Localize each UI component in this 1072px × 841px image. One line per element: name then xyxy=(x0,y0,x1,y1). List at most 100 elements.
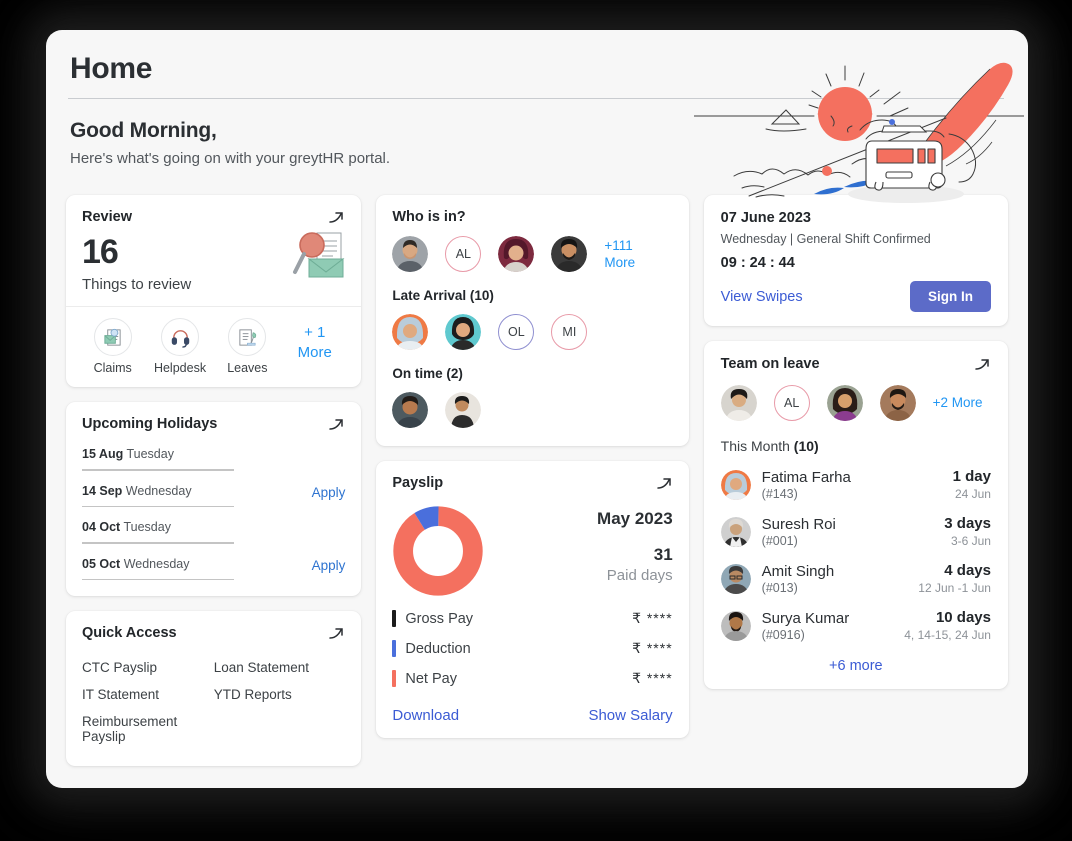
avatar-initials[interactable]: AL xyxy=(773,385,810,421)
leave-person-name: Suresh Roi xyxy=(761,515,836,533)
payslip-legend-row: Deduction ₹ **** xyxy=(392,640,672,657)
holiday-underline xyxy=(82,469,234,471)
month-label: This Month xyxy=(720,438,790,454)
leave-dates: 12 Jun -1 Jun xyxy=(918,581,991,595)
avatar[interactable] xyxy=(445,314,482,350)
team-on-leave-month: This Month (10) xyxy=(721,438,991,454)
avatar[interactable] xyxy=(445,392,482,428)
leave-person-id: (#013) xyxy=(761,580,798,595)
review-more-link[interactable]: + 1 More xyxy=(282,318,347,364)
dashboard-grid: Review 16 Things to review Claims Helpde… xyxy=(46,195,1028,766)
payslip-legend-row: Net Pay ₹ **** xyxy=(392,670,672,687)
attendance-shift: Wednesday | General Shift Confirmed xyxy=(720,232,931,246)
review-more-count: + 1 xyxy=(304,324,326,341)
avatar[interactable] xyxy=(879,385,916,421)
avatar[interactable] xyxy=(720,385,757,421)
review-actions: Claims Helpdesk Leaves + 1 More xyxy=(66,307,361,387)
quick-access-link[interactable]: IT Statement xyxy=(82,681,214,708)
arrow-up-right-icon[interactable] xyxy=(327,625,345,643)
attendance-card: 07 June 2023 Wednesday | General Shift C… xyxy=(703,195,1008,326)
avatar-initials[interactable]: AL xyxy=(445,236,482,272)
view-swipes-link[interactable]: View Swipes xyxy=(721,289,803,305)
quick-access-card: Quick Access CTC Payslip Loan Statement … xyxy=(66,611,362,766)
attendance-timer: 09 : 24 : 44 xyxy=(720,255,795,271)
leave-person-id: (#143) xyxy=(761,486,798,501)
who-is-in-avatars: AL +111 More xyxy=(392,236,672,272)
holiday-day: Tuesday xyxy=(123,520,171,534)
attendance-date: 07 June 2023 xyxy=(720,210,811,226)
column-right: 07 June 2023 Wednesday | General Shift C… xyxy=(703,195,1008,766)
leave-person-name: Amit Singh xyxy=(761,562,835,580)
avatar-initials[interactable]: OL xyxy=(498,314,535,350)
avatar[interactable] xyxy=(498,236,535,272)
team-on-leave-footer-link[interactable]: +6 more xyxy=(721,658,991,676)
payslip-show-salary-link[interactable]: Show Salary xyxy=(588,707,672,724)
leave-days: 3 days xyxy=(944,515,991,532)
avatar[interactable] xyxy=(551,236,588,272)
who-is-in-title: Who is in? xyxy=(392,209,466,225)
holiday-apply-link[interactable]: Apply xyxy=(312,557,346,573)
quick-access-link[interactable]: CTC Payslip xyxy=(82,654,214,681)
holiday-row: 14 Sep Wednesday Apply xyxy=(82,484,346,507)
leave-row[interactable]: Fatima Farha (#143) 1 day 24 Jun xyxy=(720,468,991,501)
magnifier-envelope-icon xyxy=(287,225,349,283)
arrow-up-right-icon[interactable] xyxy=(327,416,345,434)
payslip-donut-chart xyxy=(392,505,484,597)
leaves-document-icon xyxy=(228,318,267,356)
arrow-up-right-icon[interactable] xyxy=(973,356,991,374)
review-action-helpdesk[interactable]: Helpdesk xyxy=(147,318,212,375)
holiday-apply-link[interactable]: Apply xyxy=(312,484,346,500)
holiday-date: 05 Oct xyxy=(82,556,121,571)
column-middle: Who is in? AL +111 More Late Arrival (10… xyxy=(376,195,689,766)
payslip-month: May 2023 xyxy=(597,509,673,528)
leave-row[interactable]: Surya Kumar (#0916) 10 days 4, 14-15, 24… xyxy=(720,609,991,642)
who-is-in-more-word: More xyxy=(604,255,636,270)
legend-color-swatch xyxy=(392,610,397,627)
who-is-in-more-link[interactable]: +111 More xyxy=(604,237,635,272)
leave-dates: 24 Jun xyxy=(954,487,991,501)
legend-value: ₹ **** xyxy=(632,610,673,626)
page-title: Home xyxy=(70,52,153,85)
review-action-claims[interactable]: Claims xyxy=(80,318,145,375)
review-action-label: Leaves xyxy=(227,361,268,375)
quick-access-link[interactable]: Loan Statement xyxy=(214,654,346,681)
review-card: Review 16 Things to review Claims Helpde… xyxy=(66,195,362,387)
avatar[interactable] xyxy=(392,236,429,272)
holiday-date: 04 Oct xyxy=(82,520,121,534)
payslip-card: Payslip May 2023 31 Paid days Gross Pay … xyxy=(376,461,689,738)
avatar-initials[interactable]: MI xyxy=(551,314,588,350)
review-action-leaves[interactable]: Leaves xyxy=(215,318,280,375)
quick-access-link[interactable]: YTD Reports xyxy=(214,681,346,708)
avatar[interactable] xyxy=(392,392,429,428)
app-window: Home Good Morning, Here's what's going o… xyxy=(46,30,1028,788)
review-more-word: More xyxy=(297,344,332,362)
claims-document-icon xyxy=(93,318,132,356)
leave-row[interactable]: Suresh Roi (#001) 3 days 3-6 Jun xyxy=(720,515,991,548)
quick-access-title: Quick Access xyxy=(82,625,177,641)
payslip-card-title: Payslip xyxy=(392,475,444,491)
legend-label: Gross Pay xyxy=(405,610,474,627)
payslip-legend-row: Gross Pay ₹ **** xyxy=(392,610,672,627)
team-on-leave-card: Team on leave AL +2 More This Month (10)… xyxy=(703,341,1008,689)
leave-person-id: (#001) xyxy=(761,533,798,548)
review-action-label: Claims xyxy=(93,361,132,375)
arrow-up-right-icon[interactable] xyxy=(655,475,673,493)
sign-in-button[interactable]: Sign In xyxy=(909,281,991,312)
avatar[interactable] xyxy=(826,385,863,421)
payslip-download-link[interactable]: Download xyxy=(392,707,459,724)
avatar[interactable] xyxy=(392,314,429,350)
leave-days: 10 days xyxy=(935,609,991,626)
greeting-text: Good Morning, xyxy=(70,119,217,142)
team-on-leave-title: Team on leave xyxy=(720,356,820,372)
page-header: Home Good Morning, Here's what's going o… xyxy=(46,30,1028,203)
holidays-card-title: Upcoming Holidays xyxy=(82,416,218,432)
leave-row[interactable]: Amit Singh (#013) 4 days 12 Jun -1 Jun xyxy=(720,562,991,595)
headset-icon xyxy=(161,318,200,356)
holiday-underline xyxy=(82,578,234,580)
payslip-paid-days-label: Paid days xyxy=(606,567,673,584)
greeting-subtitle: Here's what's going on with your greytHR… xyxy=(70,150,391,167)
leave-dates: 3-6 Jun xyxy=(950,534,991,548)
legend-label: Net Pay xyxy=(405,670,457,687)
team-on-leave-more-link[interactable]: +2 More xyxy=(933,394,983,411)
quick-access-link[interactable]: Reimbursement Payslip xyxy=(82,708,214,750)
